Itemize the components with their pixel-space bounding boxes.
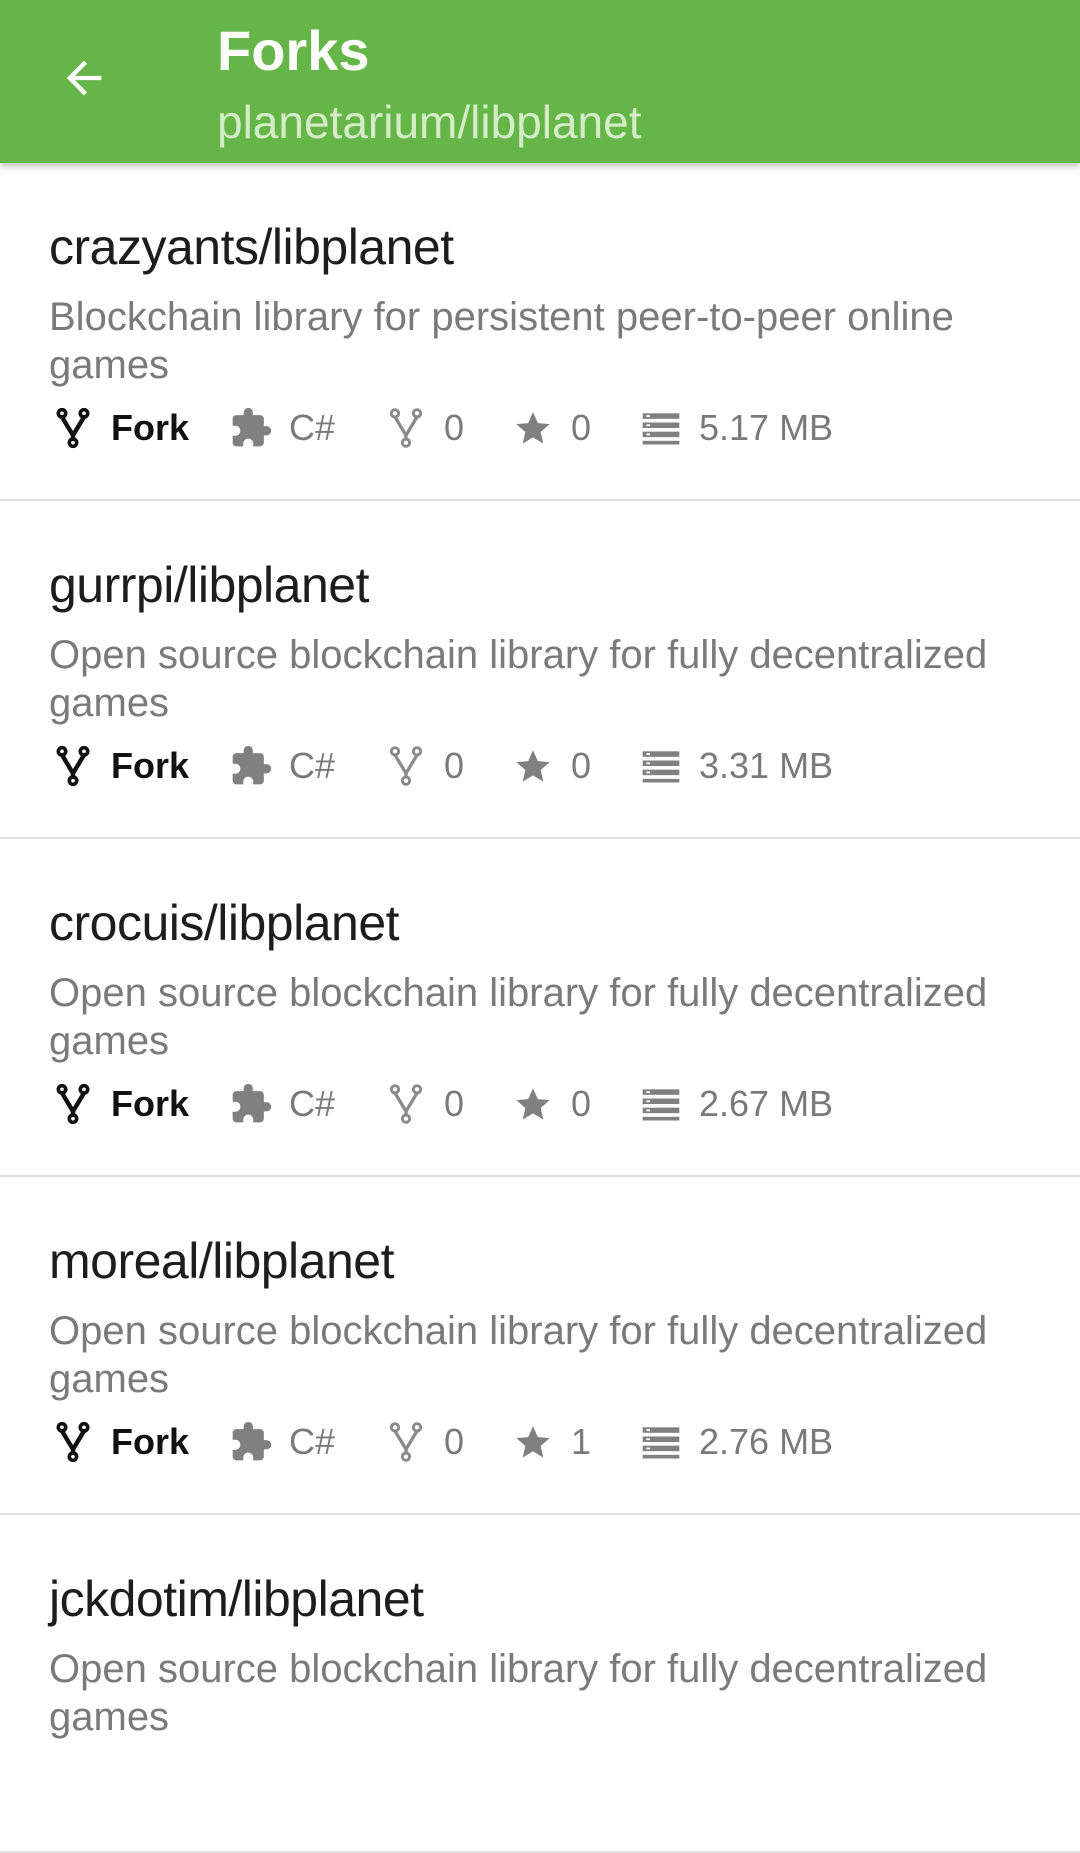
list-icon <box>637 1080 685 1128</box>
list-icon <box>637 742 685 790</box>
fork-icon <box>49 1418 97 1466</box>
fork-list: crazyants/libplanet Blockchain library f… <box>0 163 1080 1853</box>
list-item[interactable]: crazyants/libplanet Blockchain library f… <box>0 163 1080 501</box>
repo-meta: Fork C# 0 0 <box>49 1079 837 1129</box>
list-item[interactable]: moreal/libplanet Open source blockchain … <box>0 1177 1080 1515</box>
list-item[interactable]: gurrpi/libplanet Open source blockchain … <box>0 501 1080 839</box>
forks-count: 0 <box>444 407 465 448</box>
repo-meta: Fork C# 0 0 <box>49 403 837 453</box>
repo-name: gurrpi/libplanet <box>49 557 369 613</box>
forks-count: 0 <box>444 1083 465 1124</box>
repo-meta: Fork C# 0 0 <box>49 741 837 791</box>
stars-count: 0 <box>571 1083 592 1124</box>
star-icon <box>509 404 557 452</box>
puzzle-icon <box>227 742 275 790</box>
repo-name: crazyants/libplanet <box>49 219 454 275</box>
repo-description: Blockchain library for persistent peer-t… <box>49 295 954 387</box>
language-label: C# <box>289 1083 336 1124</box>
page-subtitle: planetarium/libplanet <box>217 96 642 148</box>
stars-count: 0 <box>571 745 592 786</box>
repo-size: 2.67 MB <box>699 1083 834 1124</box>
repo-description: Open source blockchain library for fully… <box>49 633 988 725</box>
repo-description: Open source blockchain library for fully… <box>49 1647 988 1739</box>
language-label: C# <box>289 745 336 786</box>
repo-description: Open source blockchain library for fully… <box>49 971 988 1063</box>
repo-size: 5.17 MB <box>699 407 834 448</box>
fork-icon <box>49 742 97 790</box>
stars-count: 0 <box>571 407 592 448</box>
puzzle-icon <box>227 1418 275 1466</box>
stars-count: 1 <box>571 1421 592 1462</box>
list-item[interactable]: jckdotim/libplanet Open source blockchai… <box>0 1515 1080 1853</box>
fork-outline-icon <box>382 1418 430 1466</box>
fork-outline-icon <box>382 404 430 452</box>
fork-outline-icon <box>382 1080 430 1128</box>
fork-label: Fork <box>111 407 190 448</box>
star-icon <box>509 1080 557 1128</box>
language-label: C# <box>289 407 336 448</box>
list-icon <box>637 1418 685 1466</box>
forks-count: 0 <box>444 745 465 786</box>
repo-size: 2.76 MB <box>699 1421 834 1462</box>
list-item[interactable]: crocuis/libplanet Open source blockchain… <box>0 839 1080 1177</box>
fork-label: Fork <box>111 1421 190 1462</box>
language-label: C# <box>289 1421 336 1462</box>
repo-name: crocuis/libplanet <box>49 895 400 951</box>
arrow-back-icon <box>66 60 102 96</box>
star-icon <box>509 1418 557 1466</box>
repo-description: Open source blockchain library for fully… <box>49 1309 988 1401</box>
fork-outline-icon <box>382 742 430 790</box>
app-bar: Forks planetarium/libplanet <box>0 0 1080 163</box>
fork-label: Fork <box>111 745 190 786</box>
fork-icon <box>49 1080 97 1128</box>
back-button[interactable] <box>44 38 124 118</box>
page-title: Forks <box>217 19 370 82</box>
repo-meta: Fork C# 0 1 2.76 MB <box>49 1417 837 1467</box>
list-icon <box>637 404 685 452</box>
repo-name: jckdotim/libplanet <box>49 1571 424 1627</box>
fork-icon <box>49 404 97 452</box>
forks-count: 0 <box>444 1421 465 1462</box>
puzzle-icon <box>227 404 275 452</box>
puzzle-icon <box>227 1080 275 1128</box>
repo-size: 3.31 MB <box>699 745 834 786</box>
star-icon <box>509 742 557 790</box>
repo-name: moreal/libplanet <box>49 1233 394 1289</box>
fork-label: Fork <box>111 1083 190 1124</box>
